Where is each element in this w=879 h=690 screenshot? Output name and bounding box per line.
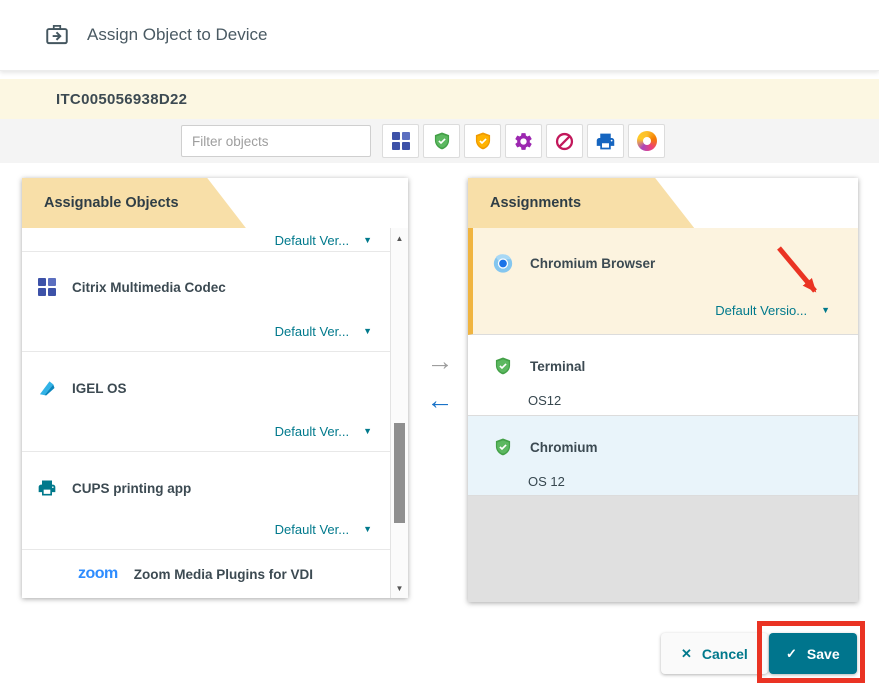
close-icon: ✕ — [681, 647, 692, 660]
panel-title: Assignments — [468, 178, 858, 228]
purple-gear-filter-button[interactable] — [505, 124, 542, 158]
unassign-left-arrow[interactable]: ← — [427, 387, 454, 414]
object-name: Citrix Multimedia Codec — [72, 280, 226, 295]
dialog-title: Assign Object to Device — [87, 25, 267, 45]
version-select[interactable]: Default Versio... ▼ — [715, 303, 830, 318]
blue-printer-filter-button[interactable] — [587, 124, 624, 158]
cancel-button[interactable]: ✕ Cancel — [661, 633, 768, 674]
version-label: Default Ver... — [275, 324, 349, 339]
device-bar: ITC005056938D22 — [0, 79, 879, 119]
chevron-down-icon: ▼ — [363, 236, 372, 245]
object-name: CUPS printing app — [72, 481, 191, 496]
chevron-down-icon: ▼ — [821, 306, 830, 315]
green-shield-icon — [492, 355, 514, 377]
version-label: Default Ver... — [275, 522, 349, 537]
check-icon: ✓ — [786, 647, 797, 660]
assign-object-dialog: Assign Object to Device ITC005056938D22 — [0, 0, 879, 690]
dialog-header: Assign Object to Device — [0, 0, 879, 71]
list-item-partial[interactable]: Default Ver... ▼ — [22, 228, 408, 252]
multicolor-wheel-icon — [637, 131, 657, 151]
list-item-igel-os[interactable]: IGEL OS Default Ver... ▼ — [22, 352, 408, 452]
purple-gear-icon — [513, 131, 534, 152]
green-shield-filter-button[interactable] — [423, 124, 460, 158]
version-select[interactable]: Default Ver... ▼ — [275, 522, 372, 537]
scroll-down-icon[interactable]: ▼ — [391, 581, 408, 595]
object-type-filters — [382, 124, 665, 158]
object-subtitle: OS 12 — [528, 474, 858, 489]
filter-objects-input[interactable] — [181, 125, 371, 157]
version-select[interactable]: Default Ver... ▼ — [275, 424, 372, 439]
scrollbar[interactable]: ▲ ▼ — [390, 228, 408, 598]
version-select[interactable]: Default Ver... ▼ — [275, 324, 372, 339]
object-name: IGEL OS — [72, 381, 127, 396]
assignments-list: Chromium Browser Default Versio... ▼ Ter… — [468, 228, 858, 602]
red-prohibit-icon — [554, 131, 575, 152]
assignment-item-chromium[interactable]: Chromium OS 12 — [468, 416, 858, 496]
assignment-item-chromium-browser[interactable]: Chromium Browser Default Versio... ▼ — [468, 228, 858, 335]
assignments-panel: Assignments Chromium Browser Default Ver… — [468, 178, 858, 602]
orange-shield-filter-button[interactable] — [464, 124, 501, 158]
list-item-zoom-media-plugins[interactable]: zoom Zoom Media Plugins for VDI — [22, 550, 408, 598]
object-name: Chromium — [530, 440, 598, 455]
assignable-objects-panel: Assignable Objects Default Ver... ▼ Citr… — [22, 178, 408, 598]
save-button[interactable]: ✓ Save — [769, 633, 857, 674]
green-shield-icon — [432, 130, 452, 152]
object-name: Zoom Media Plugins for VDI — [134, 567, 313, 582]
apps-icon — [36, 278, 58, 296]
chevron-down-icon: ▼ — [363, 327, 372, 336]
chromium-browser-icon — [492, 252, 514, 275]
object-name: Chromium Browser — [530, 256, 655, 271]
zoom-logo-icon: zoom — [78, 566, 118, 582]
object-name: Terminal — [530, 359, 585, 374]
printer-icon — [36, 478, 58, 498]
assignable-objects-header: Assignable Objects — [22, 178, 408, 229]
object-subtitle: OS12 — [528, 393, 858, 408]
list-item-citrix-multimedia-codec[interactable]: Citrix Multimedia Codec Default Ver... ▼ — [22, 252, 408, 352]
blue-printer-icon — [595, 131, 616, 152]
transfer-controls: → ← — [420, 348, 460, 414]
orange-shield-icon — [473, 130, 493, 152]
version-select[interactable]: Default Ver... ▼ — [275, 233, 372, 248]
filter-bar — [0, 119, 879, 163]
scroll-up-icon[interactable]: ▲ — [391, 231, 408, 245]
version-label: Default Ver... — [275, 424, 349, 439]
panel-title: Assignable Objects — [22, 178, 408, 228]
assign-right-arrow[interactable]: → — [427, 348, 454, 375]
multicolor-wheel-filter-button[interactable] — [628, 124, 665, 158]
device-id: ITC005056938D22 — [56, 91, 187, 108]
assignment-item-terminal[interactable]: Terminal OS12 — [468, 335, 858, 416]
list-item-cups-printing-app[interactable]: CUPS printing app Default Ver... ▼ — [22, 452, 408, 550]
igel-os-icon — [36, 378, 58, 398]
red-prohibit-filter-button[interactable] — [546, 124, 583, 158]
assign-object-to-device-icon — [44, 22, 70, 48]
apps-filter-button[interactable] — [382, 124, 419, 158]
chevron-down-icon: ▼ — [363, 427, 372, 436]
green-shield-icon — [492, 436, 514, 458]
cancel-button-label: Cancel — [702, 646, 748, 662]
scrollbar-thumb[interactable] — [394, 423, 405, 523]
chevron-down-icon: ▼ — [363, 525, 372, 534]
version-label: Default Versio... — [715, 303, 807, 318]
assignable-objects-list: Default Ver... ▼ Citrix Multimedia Codec… — [22, 228, 408, 598]
assignments-header: Assignments — [468, 178, 858, 229]
apps-icon — [392, 132, 410, 150]
save-button-label: Save — [807, 646, 840, 662]
version-label: Default Ver... — [275, 233, 349, 248]
